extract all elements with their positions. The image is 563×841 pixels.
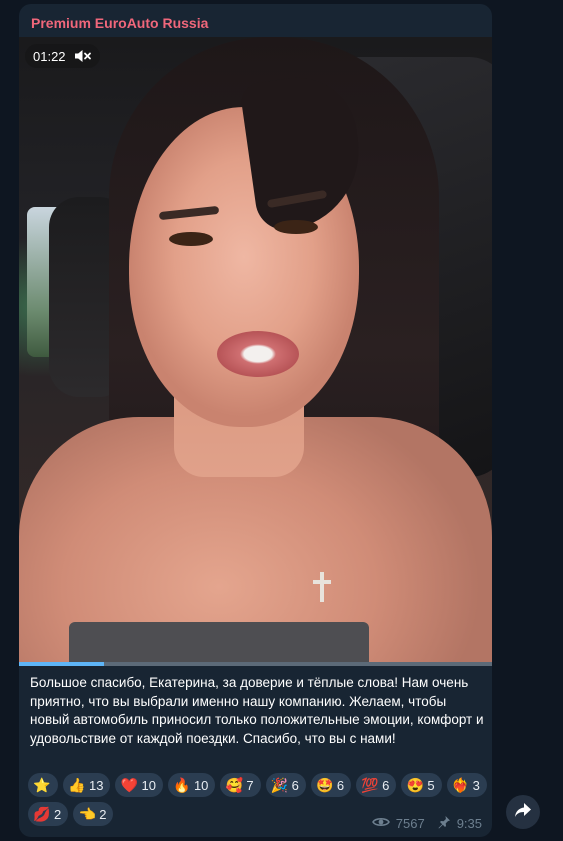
reaction-count: 3 xyxy=(472,777,480,793)
reaction-pill[interactable]: 🔥 10 xyxy=(167,773,216,797)
eye xyxy=(274,220,318,234)
video-time-badge[interactable]: 01:22 xyxy=(25,44,100,68)
reaction-count: 6 xyxy=(336,777,345,793)
lips xyxy=(217,331,299,377)
pin-icon xyxy=(437,815,451,832)
fire-icon: 🔥 xyxy=(173,776,191,793)
message-meta: 7567 9:35 xyxy=(371,815,482,832)
reaction-count: 6 xyxy=(291,777,299,793)
pointing-hand-icon: 👈 xyxy=(78,805,96,822)
clothing-top xyxy=(69,622,369,662)
reaction-count: 10 xyxy=(141,777,156,793)
reaction-count: 7 xyxy=(246,777,254,793)
reaction-pill[interactable]: 👍 13 xyxy=(63,773,111,797)
hundred-points-icon: 💯 xyxy=(361,776,379,793)
video-time: 01:22 xyxy=(33,48,66,64)
kiss-mark-icon: 💋 xyxy=(33,805,51,822)
muted-speaker-icon[interactable] xyxy=(74,49,92,63)
reaction-count: 5 xyxy=(427,777,435,793)
reaction-pill[interactable]: ❤️ 10 xyxy=(115,773,163,797)
smiling-face-with-hearts-icon: 🥰 xyxy=(225,776,244,793)
eye-icon xyxy=(371,816,390,831)
reaction-pill[interactable]: 🤩 6 xyxy=(310,773,352,797)
reaction-pill[interactable]: ⭐ xyxy=(28,773,58,797)
reaction-count: 13 xyxy=(89,777,104,793)
thumbs-up-icon: 👍 xyxy=(68,776,86,793)
views-count: 7567 xyxy=(395,816,425,831)
message-time: 9:35 xyxy=(456,816,482,831)
video-player[interactable] xyxy=(19,37,492,662)
video-progress-bar[interactable] xyxy=(19,662,492,666)
reaction-pill[interactable]: 👈 2 xyxy=(73,802,114,826)
star-icon: ⭐ xyxy=(33,776,51,793)
reaction-pill[interactable]: 🎉 6 xyxy=(265,773,306,797)
reaction-pill[interactable]: 🥰 7 xyxy=(220,773,261,797)
reaction-count: 2 xyxy=(99,806,107,822)
share-arrow-icon xyxy=(514,802,532,823)
reaction-pill[interactable]: 😍 5 xyxy=(401,773,442,797)
heart-eyes-icon: 😍 xyxy=(406,776,425,793)
star-struck-icon: 🤩 xyxy=(316,776,334,793)
heart-on-fire-icon: ❤️‍🔥 xyxy=(451,776,470,793)
party-popper-icon: 🎉 xyxy=(270,776,289,793)
reaction-count: 6 xyxy=(382,777,390,793)
cross-pendant xyxy=(320,572,324,602)
reaction-pill[interactable]: 💯 6 xyxy=(356,773,397,797)
reaction-pill[interactable]: 💋 2 xyxy=(28,802,69,826)
message-text: Большое спасибо, Екатерина, за доверие и… xyxy=(30,675,484,746)
message-bubble: Premium EuroAuto Russia 01:22 Большое сп… xyxy=(19,4,492,837)
reaction-count: 10 xyxy=(193,777,209,793)
cross-pendant xyxy=(313,580,331,584)
reaction-count: 2 xyxy=(54,806,62,822)
channel-name[interactable]: Premium EuroAuto Russia xyxy=(31,15,208,31)
heart-icon: ❤️ xyxy=(120,776,139,793)
video-progress-fill xyxy=(19,662,105,666)
eye xyxy=(169,232,213,246)
reaction-pill[interactable]: ❤️‍🔥 3 xyxy=(446,773,487,797)
share-button[interactable] xyxy=(506,795,540,829)
